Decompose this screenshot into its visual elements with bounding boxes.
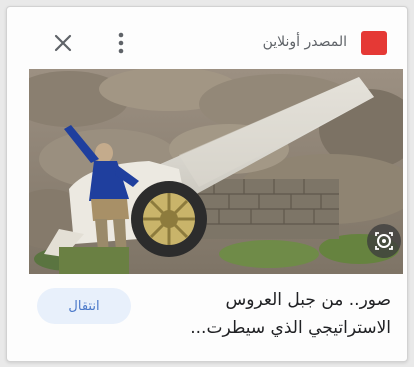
news-card: المصدر أونلاين انتقال صور.. من جبل العرو…	[6, 6, 408, 362]
source-name[interactable]: المصدر أونلاين	[263, 34, 347, 50]
more-options-button[interactable]	[115, 30, 127, 56]
source-logo	[361, 31, 387, 55]
lens-button[interactable]	[367, 224, 401, 258]
article-image[interactable]	[29, 69, 403, 274]
cannon-photo	[29, 69, 403, 274]
close-icon	[54, 34, 72, 52]
more-vertical-icon	[118, 32, 124, 54]
lens-search-icon	[375, 232, 393, 250]
article-headline[interactable]: صور.. من جبل العروس الاستراتيجي الذي سيط…	[151, 286, 391, 342]
card-header: المصدر أونلاين	[7, 7, 407, 69]
close-button[interactable]	[51, 31, 75, 55]
open-article-button[interactable]: انتقال	[37, 288, 131, 324]
